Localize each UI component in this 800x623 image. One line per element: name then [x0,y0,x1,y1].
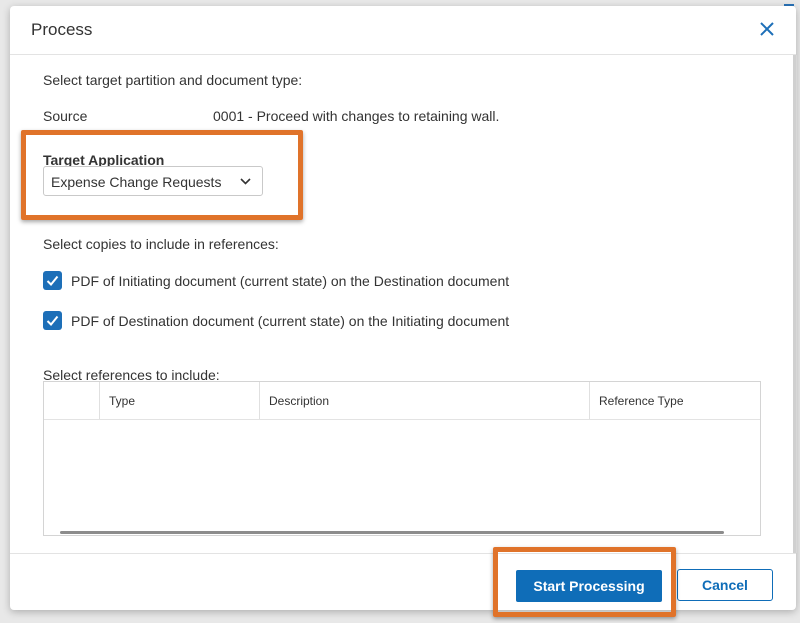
copies-label: Select copies to include in references: [43,236,279,252]
cancel-button[interactable]: Cancel [677,569,773,601]
chevron-down-icon [240,178,251,185]
column-description[interactable]: Description [260,382,590,419]
column-reference-type[interactable]: Reference Type [590,382,760,419]
checkmark-icon [46,315,59,326]
dialog-footer: Start Processing Cancel [10,547,796,617]
column-type[interactable]: Type [100,382,260,419]
process-dialog: Process Select target partition and docu… [10,6,797,617]
references-table: Type Description Reference Type [43,381,761,536]
vertical-scrollbar[interactable] [793,55,796,553]
checkbox-destination-pdf-label: PDF of Destination document (current sta… [71,313,510,329]
horizontal-scrollbar[interactable] [60,531,724,534]
target-application-select[interactable]: Expense Change Requests [43,166,263,196]
checkbox-destination-pdf[interactable] [43,311,62,330]
checkbox-initiating-pdf[interactable] [43,271,62,290]
column-select[interactable] [44,382,100,419]
table-header: Type Description Reference Type [44,382,760,420]
intro-text: Select target partition and document typ… [43,72,303,88]
close-button[interactable] [756,18,778,40]
source-value: 0001 - Proceed with changes to retaining… [213,108,500,124]
target-application-value: Expense Change Requests [51,174,222,190]
dialog-title: Process [31,20,93,39]
close-icon [760,22,774,36]
start-processing-button[interactable]: Start Processing [516,570,662,602]
column-type-label: Type [109,394,136,408]
dialog-header: Process [10,6,796,55]
dialog-body: Select target partition and document typ… [10,55,797,553]
column-description-label: Description [269,394,330,408]
column-reference-type-label: Reference Type [599,394,684,408]
checkbox-initiating-pdf-label: PDF of Initiating document (current stat… [71,273,510,289]
source-label: Source [43,108,88,124]
checkmark-icon [46,275,59,286]
